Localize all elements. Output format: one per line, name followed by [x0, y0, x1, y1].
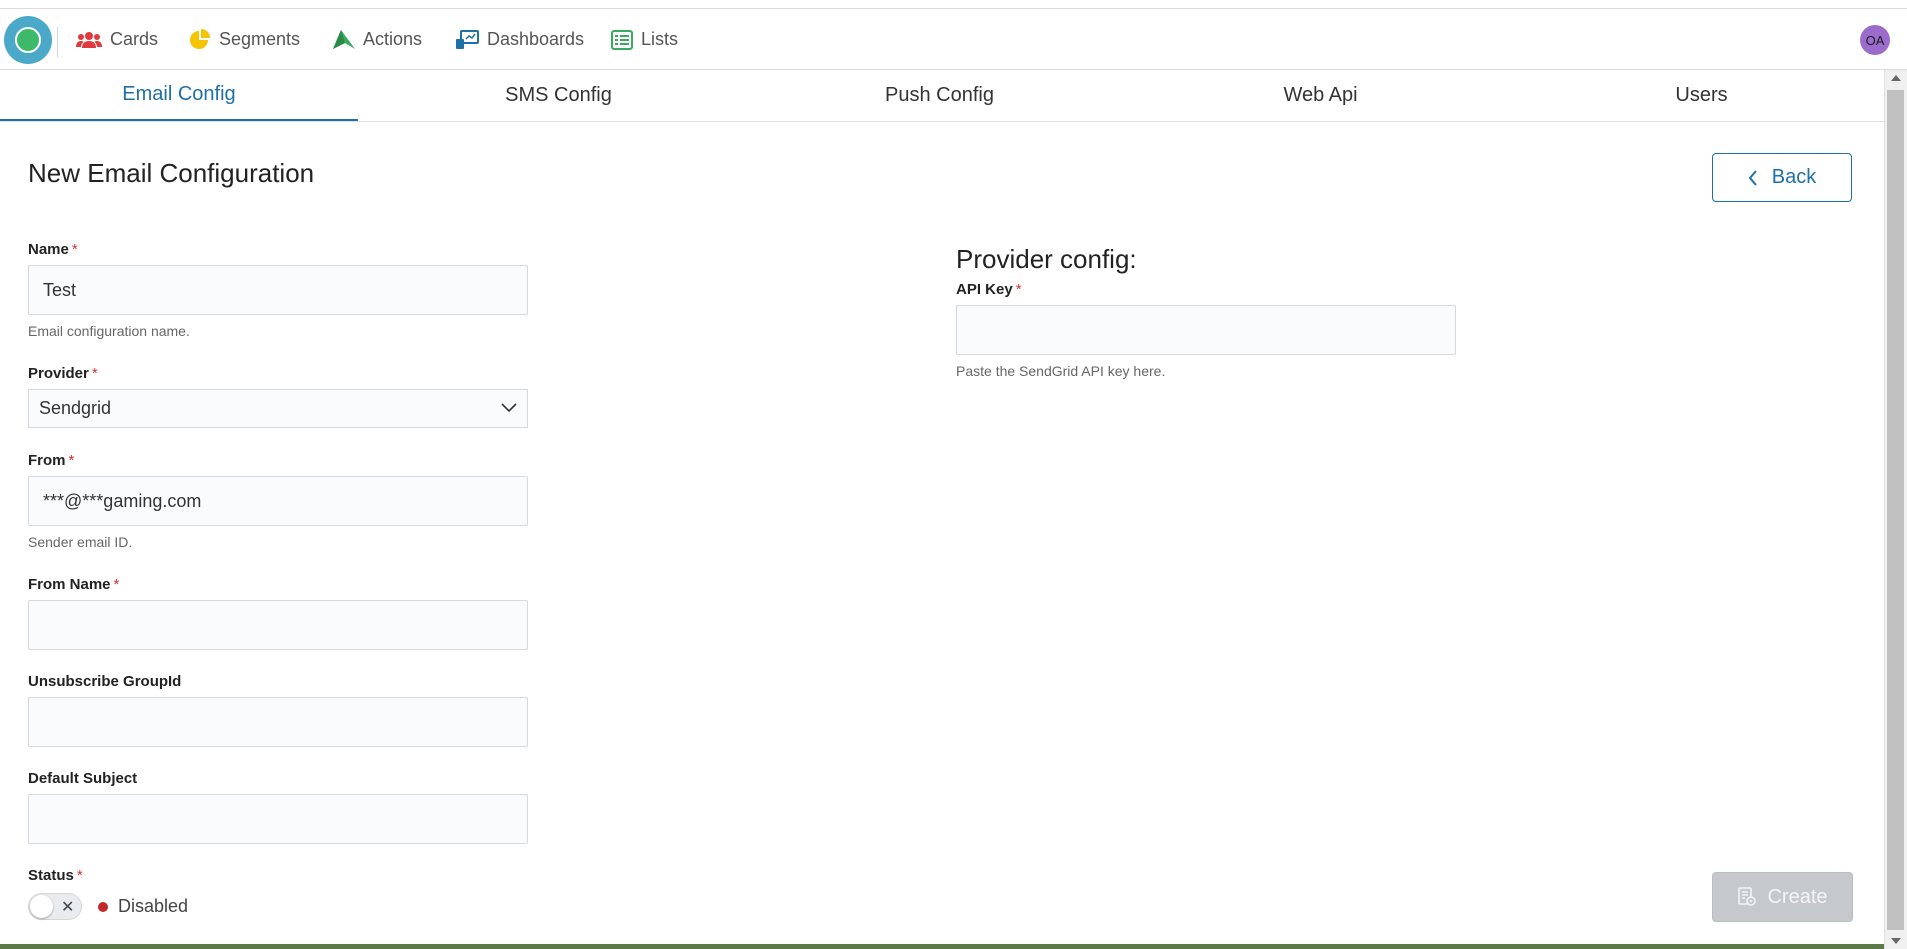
name-help-text: Email configuration name.: [28, 323, 190, 339]
status-label-text: Status: [28, 867, 74, 884]
toggle-knob: [30, 895, 53, 918]
required-marker: *: [68, 452, 75, 469]
chevron-down-icon: [501, 403, 517, 413]
scrollbar-thumb[interactable]: [1887, 90, 1904, 930]
required-marker: *: [91, 365, 98, 382]
back-button-label: Back: [1771, 166, 1817, 188]
nav-label-actions: Actions: [363, 29, 423, 49]
top-navbar: Cards Segments Actions Dashboards Lists …: [0, 9, 1907, 70]
users-icon: [76, 31, 102, 48]
list-icon: [611, 29, 633, 50]
save-config-icon: [1738, 887, 1757, 906]
unsubscribe-groupid-label: Unsubscribe GroupId: [28, 673, 182, 690]
name-label: Name *: [28, 241, 78, 258]
scroll-down-icon[interactable]: [1891, 938, 1901, 944]
api-key-input[interactable]: [956, 305, 1456, 355]
pie-chart-icon: [190, 28, 210, 49]
required-marker: *: [113, 576, 120, 593]
nav-item-lists[interactable]: Lists: [611, 9, 678, 70]
nav-item-actions[interactable]: Actions: [333, 9, 422, 70]
status-value: Disabled: [118, 896, 189, 916]
tab-email-config[interactable]: Email Config: [0, 70, 358, 121]
api-key-help-text: Paste the SendGrid API key here.: [956, 363, 1166, 379]
tab-users[interactable]: Users: [1511, 70, 1892, 121]
provider-label-text: Provider: [28, 365, 89, 382]
name-input[interactable]: [28, 265, 528, 315]
nav-label-dashboards: Dashboards: [487, 29, 585, 49]
from-label-text: From: [28, 452, 66, 469]
vertical-scrollbar[interactable]: [1884, 70, 1907, 949]
name-label-text: Name: [28, 241, 69, 258]
provider-select[interactable]: Sendgrid: [28, 389, 528, 428]
dashboard-icon: [456, 29, 479, 49]
tab-sms-config[interactable]: SMS Config: [368, 70, 749, 121]
user-avatar[interactable]: OA: [1860, 25, 1890, 55]
desktop-background-strip: [0, 944, 1884, 949]
nav-label-lists: Lists: [641, 29, 679, 49]
config-tabs: Email Config SMS Config Push Config Web …: [0, 70, 1884, 122]
close-icon: ✕: [61, 899, 75, 916]
tab-push-config[interactable]: Push Config: [749, 70, 1130, 121]
required-marker: *: [1015, 281, 1022, 298]
from-label: From *: [28, 452, 74, 469]
nav-divider: [57, 27, 58, 57]
api-key-label: API Key *: [956, 281, 1022, 298]
required-marker: *: [71, 241, 78, 258]
from-name-label-text: From Name: [28, 576, 111, 593]
app-logo[interactable]: [4, 16, 52, 64]
window-top-edge: [0, 0, 1907, 9]
back-button[interactable]: Back: [1712, 153, 1852, 202]
nav-label-cards: Cards: [110, 29, 159, 49]
tab-web-api[interactable]: Web Api: [1130, 70, 1511, 121]
create-button-label: Create: [1767, 885, 1828, 908]
provider-config-title: Provider config:: [956, 244, 1137, 274]
required-marker: *: [76, 867, 83, 884]
nav-item-cards[interactable]: Cards: [76, 9, 158, 70]
status-toggle[interactable]: ✕: [28, 893, 82, 920]
nav-item-dashboards[interactable]: Dashboards: [455, 9, 584, 70]
create-button[interactable]: Create: [1712, 872, 1853, 922]
api-key-label-text: API Key: [956, 281, 1013, 298]
status-indicator-dot: [98, 902, 108, 912]
from-name-label: From Name *: [28, 576, 119, 593]
provider-label: Provider *: [28, 365, 98, 382]
provider-selected-value: Sendgrid: [39, 398, 112, 418]
page-title: New Email Configuration: [28, 158, 315, 188]
from-name-input[interactable]: [28, 600, 528, 650]
nav-item-segments[interactable]: Segments: [189, 9, 300, 70]
default-subject-input[interactable]: [28, 794, 528, 844]
scroll-up-icon[interactable]: [1891, 75, 1901, 81]
chevron-left-icon: [1748, 169, 1757, 186]
unsubscribe-groupid-input[interactable]: [28, 697, 528, 747]
nav-label-segments: Segments: [219, 29, 301, 49]
status-label: Status *: [28, 867, 83, 884]
default-subject-label: Default Subject: [28, 770, 138, 787]
from-input[interactable]: [28, 476, 528, 526]
paper-plane-icon: [333, 29, 355, 49]
logo-mark: [15, 27, 41, 53]
from-help-text: Sender email ID.: [28, 534, 133, 550]
